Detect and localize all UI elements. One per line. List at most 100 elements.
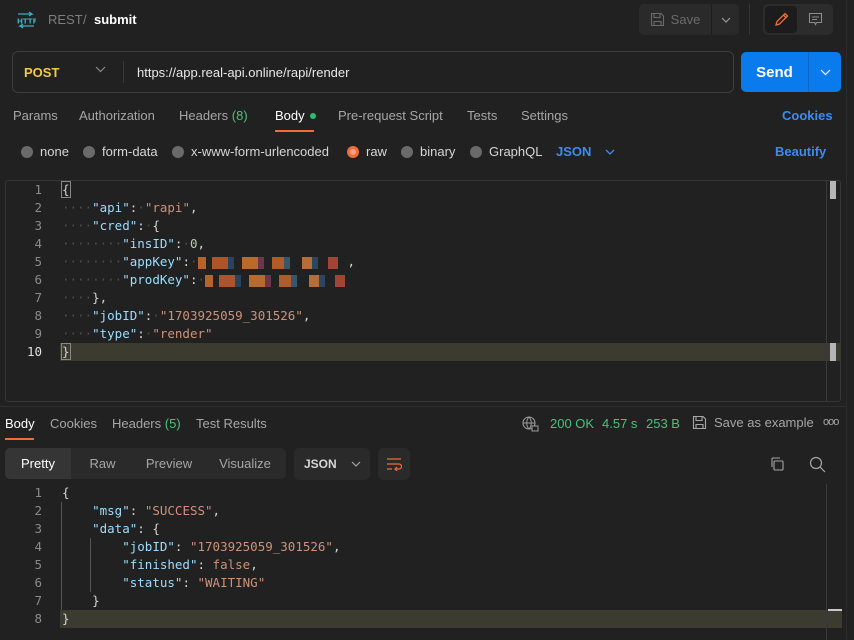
- view-mode-toggle: [763, 4, 833, 35]
- response-tab-headers-label: Headers: [112, 416, 162, 431]
- response-time[interactable]: 4.57 s: [602, 416, 637, 431]
- search-icon: [809, 456, 825, 472]
- svg-text:HTTP: HTTP: [17, 18, 36, 26]
- save-as-example-label: Save as example: [714, 415, 814, 430]
- url-bar: [12, 51, 734, 93]
- http-icon: HTTP: [17, 11, 36, 29]
- request-scrollbar-thumb[interactable]: [830, 181, 836, 199]
- edit-mode-button[interactable]: [765, 6, 797, 33]
- comments-button[interactable]: [799, 6, 831, 33]
- wrap-lines-button[interactable]: [378, 448, 410, 480]
- tab-body[interactable]: Body: [275, 108, 316, 123]
- code-line: 2 "msg": "SUCCESS",: [34, 503, 221, 518]
- redacted-app-key: [197, 256, 348, 269]
- tab-pre-request-script[interactable]: Pre-request Script: [338, 108, 443, 123]
- save-button-group: Save: [639, 4, 739, 35]
- request-cursor-marker: [830, 343, 836, 361]
- tab-tests[interactable]: Tests: [467, 108, 497, 123]
- view-visualize[interactable]: Visualize: [204, 448, 286, 479]
- radio-binary[interactable]: binary: [401, 144, 455, 159]
- copy-icon: [771, 457, 784, 471]
- code-line: 8}: [34, 611, 70, 626]
- tab-authorization[interactable]: Authorization: [79, 108, 155, 123]
- response-scrollbar-track[interactable]: [826, 484, 827, 640]
- send-button-group: Send: [741, 52, 841, 92]
- save-options-button[interactable]: [711, 4, 739, 35]
- breadcrumb-collection[interactable]: REST: [48, 12, 83, 27]
- radio-graphql[interactable]: GraphQL: [470, 144, 542, 159]
- view-pretty[interactable]: Pretty: [5, 448, 71, 479]
- code-line: 2 ····"api":·"rapi",: [34, 200, 198, 215]
- more-icon[interactable]: ooo: [823, 416, 839, 428]
- copy-button[interactable]: [767, 454, 787, 474]
- send-options-button[interactable]: [808, 52, 841, 92]
- radio-x-www-form-urlencoded[interactable]: x-www-form-urlencoded: [172, 144, 329, 159]
- tab-headers-label: Headers: [179, 108, 229, 123]
- response-headers-count: (5): [164, 416, 181, 431]
- tab-settings[interactable]: Settings: [521, 108, 568, 123]
- code-line: 7 ····},: [34, 290, 108, 305]
- request-title[interactable]: submit: [94, 12, 137, 27]
- redacted-prod-key: [205, 274, 356, 287]
- code-line: 10}: [26, 343, 71, 360]
- code-line: 5 "finished": false,: [34, 557, 258, 572]
- beautify-button[interactable]: Beautify: [775, 144, 826, 159]
- tab-body-label: Body: [275, 108, 305, 123]
- chevron-down-icon: [721, 17, 730, 23]
- response-tab-headers[interactable]: Headers (5): [112, 416, 181, 431]
- send-button[interactable]: Send: [741, 52, 808, 92]
- radio-dot: [172, 145, 184, 158]
- cookies-link[interactable]: Cookies: [782, 108, 833, 123]
- breadcrumb-separator: /: [83, 12, 87, 27]
- comment-icon: [808, 12, 822, 26]
- code-line: 8 ····"jobID":·"1703925059_301526",: [34, 308, 311, 323]
- save-icon: [650, 12, 664, 27]
- indent-guide: [61, 502, 62, 610]
- radio-none[interactable]: none: [21, 144, 69, 159]
- panel-edge: [846, 0, 847, 640]
- response-tab-cookies[interactable]: Cookies: [50, 416, 97, 431]
- chevron-down-icon[interactable]: [95, 66, 106, 73]
- status-code[interactable]: 200 OK: [550, 416, 594, 431]
- response-tab-body[interactable]: Body: [5, 416, 35, 431]
- radio-form-data[interactable]: form-data: [83, 144, 158, 159]
- globe-lock-icon[interactable]: [522, 416, 539, 432]
- view-raw[interactable]: Raw: [71, 448, 134, 479]
- radio-dot-selected: [347, 145, 359, 158]
- radio-dot: [21, 145, 33, 158]
- tab-headers[interactable]: Headers (8): [179, 108, 248, 123]
- panel-divider[interactable]: [0, 406, 846, 407]
- save-as-example-button[interactable]: Save as example: [692, 415, 814, 430]
- search-button[interactable]: [807, 454, 827, 474]
- method-select[interactable]: POST: [24, 65, 59, 80]
- code-line: 9 ····"type":·"render": [34, 326, 213, 341]
- tab-params[interactable]: Params: [13, 108, 58, 123]
- radio-label: x-www-form-urlencoded: [191, 144, 329, 159]
- radio-raw[interactable]: raw: [347, 144, 387, 159]
- response-tab-test-results[interactable]: Test Results: [196, 416, 267, 431]
- indent-guide: [90, 538, 91, 592]
- request-scrollbar-track[interactable]: [826, 181, 827, 401]
- body-format-label: JSON: [556, 144, 592, 159]
- headers-count: (8): [231, 108, 248, 123]
- active-tab-underline: [5, 438, 34, 440]
- chevron-down-icon: [605, 149, 615, 155]
- response-format-select[interactable]: JSON: [294, 448, 370, 480]
- code-line: 7 }: [34, 593, 100, 608]
- code-line: 1{: [34, 485, 70, 500]
- code-line: 4 "jobID": "1703925059_301526",: [34, 539, 341, 554]
- response-size[interactable]: 253 B: [646, 416, 680, 431]
- response-cursor-marker: [828, 609, 842, 611]
- pencil-icon: [774, 12, 788, 26]
- body-format-select[interactable]: JSON: [556, 144, 615, 159]
- chevron-down-icon: [351, 461, 361, 467]
- view-preview[interactable]: Preview: [134, 448, 204, 479]
- url-input[interactable]: https://app.real-api.online/rapi/render: [137, 65, 349, 80]
- chevron-down-icon: [820, 69, 830, 75]
- radio-label: GraphQL: [489, 144, 543, 159]
- radio-dot: [83, 145, 95, 158]
- save-button[interactable]: Save: [639, 4, 711, 35]
- url-divider: [123, 61, 124, 83]
- code-line: 6 "status": "WAITING": [34, 575, 266, 590]
- radio-dot: [470, 145, 482, 158]
